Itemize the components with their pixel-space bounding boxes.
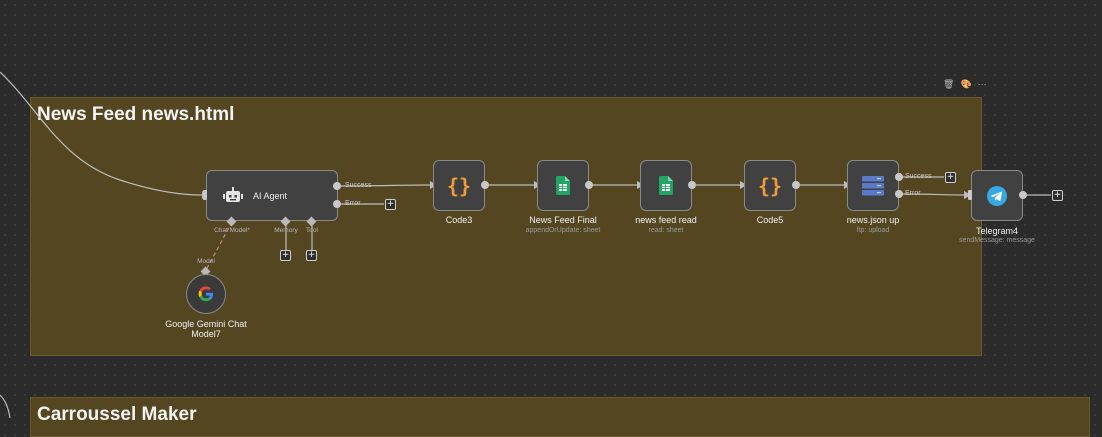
telegram4-output-port[interactable] bbox=[1019, 191, 1027, 199]
ai-agent-node[interactable]: AI Agent bbox=[206, 170, 338, 221]
ai-agent-error-port[interactable] bbox=[333, 200, 341, 208]
gemini-chat-model-node[interactable] bbox=[186, 274, 226, 314]
code5-output-port[interactable] bbox=[792, 181, 800, 189]
code3-node[interactable]: {} bbox=[433, 160, 485, 211]
news-json-up-success-port[interactable] bbox=[895, 173, 903, 181]
robot-icon bbox=[223, 186, 243, 202]
tool-add-button[interactable]: + bbox=[306, 250, 317, 261]
news-feed-final-output-port[interactable] bbox=[585, 181, 593, 189]
code-braces-icon: {} bbox=[757, 173, 783, 198]
ai-agent-success-label: Success bbox=[345, 182, 372, 189]
memory-add-button[interactable]: + bbox=[280, 250, 291, 261]
ai-agent-success-port[interactable] bbox=[333, 182, 341, 190]
palette-icon[interactable]: 🎨 bbox=[960, 80, 971, 89]
sticky-note-title-2: Carroussel Maker bbox=[37, 404, 197, 425]
google-sheets-icon bbox=[556, 176, 570, 195]
gemini-model-port-label: Model bbox=[197, 258, 215, 265]
telegram4-input-port[interactable] bbox=[968, 190, 972, 200]
news-feed-read-label: news feed read bbox=[635, 215, 697, 225]
chat-model-label: Chat Model* bbox=[214, 227, 250, 234]
sticky-note-title: News Feed news.html bbox=[37, 104, 235, 125]
news-json-up-subtitle: ftp: upload bbox=[856, 227, 890, 234]
tool-label: Tool bbox=[306, 227, 318, 234]
gemini-label-line1: Google Gemini Chat bbox=[165, 319, 247, 329]
ai-agent-error-add-button[interactable]: + bbox=[385, 199, 396, 210]
telegram4-node[interactable] bbox=[971, 170, 1023, 221]
sticky-note-toolbar: 🗑 🎨 ··· bbox=[943, 80, 987, 89]
code3-label: Code3 bbox=[445, 215, 473, 225]
news-feed-read-node[interactable] bbox=[640, 160, 692, 211]
wire-left-edge bbox=[0, 394, 11, 418]
ftp-server-icon bbox=[862, 175, 884, 195]
google-g-icon bbox=[198, 286, 213, 302]
sticky-note-carroussel[interactable]: Carroussel Maker bbox=[30, 397, 1090, 437]
sticky-note-news-feed[interactable]: News Feed news.html bbox=[30, 97, 982, 356]
news-json-up-node[interactable] bbox=[847, 160, 899, 211]
more-options-icon[interactable]: ··· bbox=[978, 80, 987, 89]
code3-output-port[interactable] bbox=[481, 181, 489, 189]
news-json-up-label: news.json up bbox=[846, 215, 900, 225]
ai-agent-error-label: Error bbox=[345, 200, 361, 207]
news-json-up-error-port[interactable] bbox=[895, 190, 903, 198]
news-feed-read-subtitle: read: sheet bbox=[648, 227, 684, 234]
news-feed-read-output-port[interactable] bbox=[688, 181, 696, 189]
news-json-up-success-add-button[interactable]: + bbox=[945, 172, 956, 183]
telegram4-add-button[interactable]: + bbox=[1052, 190, 1063, 201]
code5-node[interactable]: {} bbox=[744, 160, 796, 211]
news-json-up-success-label: Success bbox=[905, 173, 932, 180]
code5-label: Code5 bbox=[756, 215, 784, 225]
telegram-icon bbox=[987, 185, 1007, 206]
news-feed-final-node[interactable] bbox=[537, 160, 589, 211]
trash-icon[interactable]: 🗑 bbox=[943, 80, 954, 89]
telegram4-subtitle: sendMessage: message bbox=[959, 237, 1035, 244]
news-json-up-error-label: Error bbox=[905, 190, 921, 197]
memory-label: Memory bbox=[274, 227, 298, 234]
ai-agent-input-port[interactable] bbox=[203, 190, 207, 200]
news-feed-final-label: News Feed Final bbox=[529, 215, 597, 225]
news-feed-final-subtitle: appendOrUpdate: sheet bbox=[525, 227, 601, 234]
gemini-label-line2: Model7 bbox=[191, 329, 221, 339]
code-braces-icon: {} bbox=[446, 173, 472, 198]
telegram4-label: Telegram4 bbox=[975, 226, 1019, 236]
google-sheets-icon bbox=[659, 176, 673, 195]
ai-agent-label: AI Agent bbox=[253, 190, 288, 201]
